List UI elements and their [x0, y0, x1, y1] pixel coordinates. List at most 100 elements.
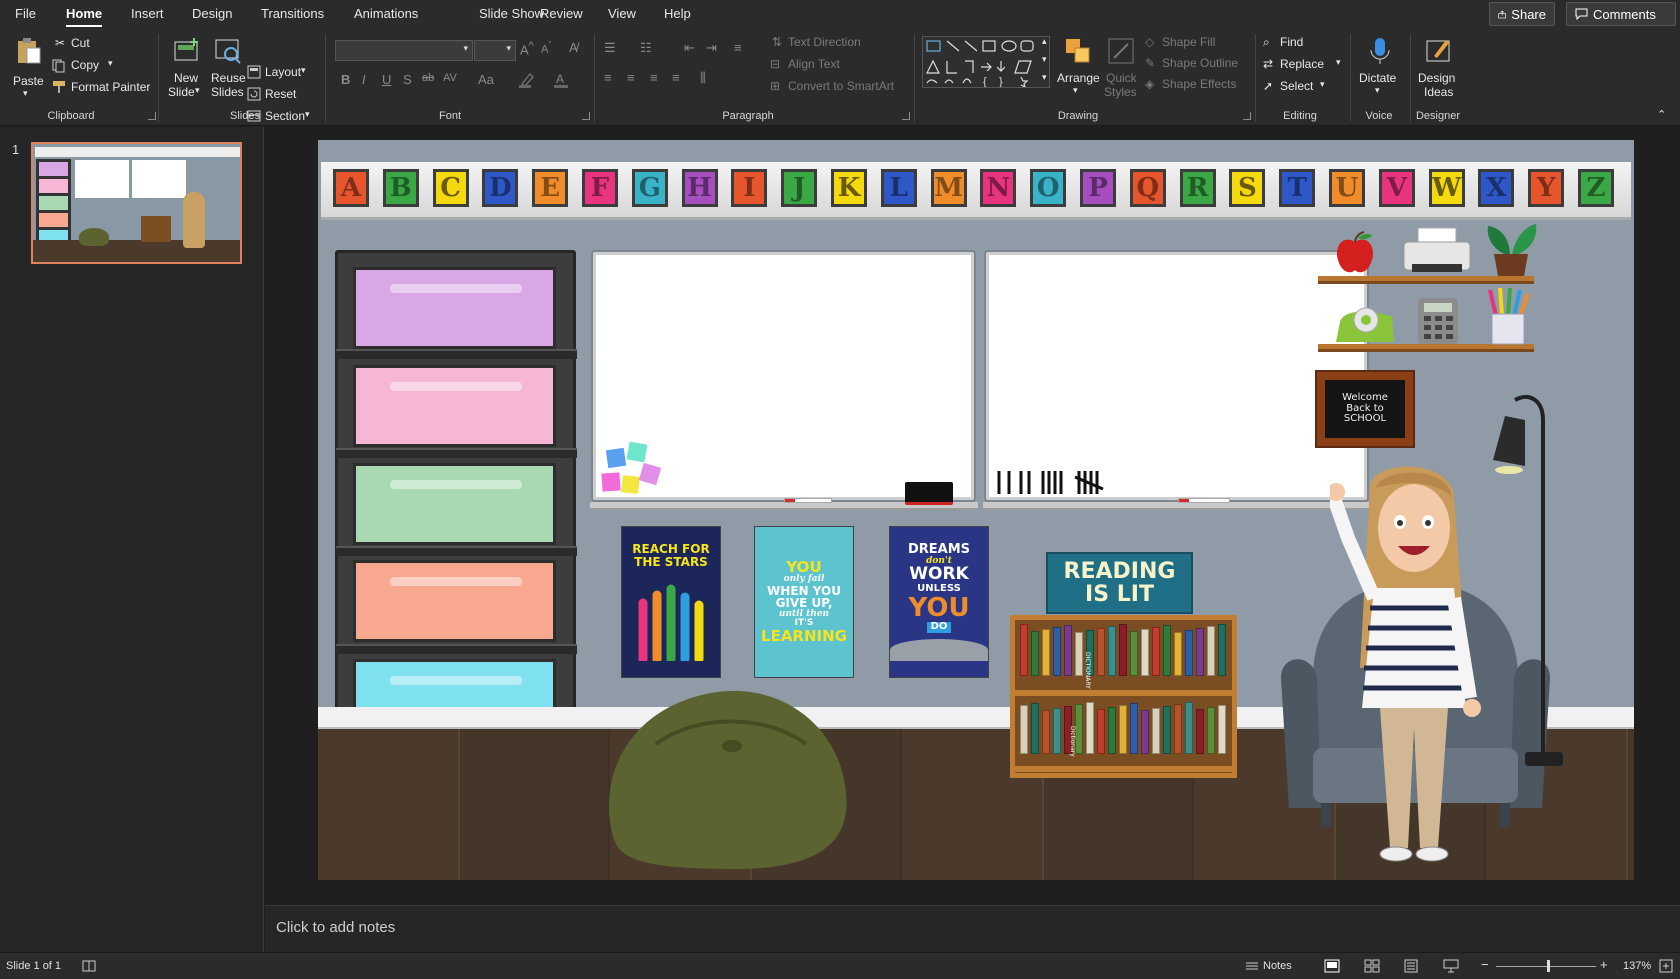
arrange-label: Arrange [1057, 71, 1100, 85]
line-spacing-icon[interactable]: ≡ [734, 40, 742, 55]
slide-sorter-icon[interactable] [1364, 959, 1380, 973]
menu-help[interactable]: Help [664, 6, 691, 21]
book-spine [1130, 703, 1138, 754]
calculator-icon [1416, 296, 1460, 346]
design-ideas-button[interactable]: Design Ideas [1416, 34, 1460, 104]
copy-dropdown-chevron-icon[interactable]: ▾ [108, 58, 113, 69]
shapes-gallery[interactable]: {} [922, 36, 1050, 88]
comments-button[interactable]: Comments [1566, 2, 1676, 26]
align-center-icon[interactable]: ≡ [627, 70, 635, 85]
text-direction-button[interactable]: Text Direction [788, 35, 861, 49]
format-painter-button[interactable]: Format Painter [71, 80, 150, 94]
shape-outline-button[interactable]: Shape Outline [1162, 56, 1238, 70]
zoom-slider-thumb[interactable] [1547, 960, 1550, 972]
sticky-note-yellow [621, 475, 640, 494]
fit-to-window-icon[interactable] [1659, 959, 1673, 973]
zoom-in-button[interactable]: + [1600, 957, 1608, 972]
decrease-indent-icon[interactable]: ⇤ [684, 40, 695, 56]
numbering-icon[interactable]: ☷ [640, 40, 652, 56]
ribbon-divider [1350, 34, 1351, 122]
new-slide-button[interactable]: New Slide ▾ [166, 34, 208, 104]
increase-indent-icon[interactable]: ⇥ [706, 40, 717, 56]
letter-block-y: Y [1528, 169, 1564, 207]
reading-view-icon[interactable] [1403, 959, 1419, 973]
increase-font-size-icon[interactable]: A^ [520, 40, 534, 57]
poster-reach-for-the-stars: REACH FOR THE STARS [621, 526, 721, 678]
justify-icon[interactable]: ≡ [672, 70, 680, 85]
zoom-slider-track[interactable] [1496, 966, 1596, 967]
change-case-button[interactable]: Aa [478, 72, 494, 87]
clipboard-launcher-icon[interactable] [148, 112, 156, 120]
zoom-out-button[interactable]: − [1481, 957, 1489, 972]
cut-button[interactable]: Cut [71, 36, 90, 50]
copy-button[interactable]: Copy [71, 58, 99, 72]
slides-group-label: Slides [220, 110, 270, 122]
share-button[interactable]: Share [1489, 2, 1555, 26]
decrease-font-size-icon[interactable]: Aˇ [541, 40, 551, 56]
slide-canvas[interactable]: ABCDEFGHIJKLMNOPQRSTUVWXYZ REACH FOR [318, 140, 1634, 880]
shapes-more-icon[interactable]: ▾ [1042, 72, 1047, 83]
menu-review[interactable]: Review [540, 6, 583, 21]
layout-button[interactable]: Layout [265, 65, 301, 79]
ribbon-divider [1255, 34, 1256, 122]
collapse-ribbon-chevron-icon[interactable]: ⌃ [1657, 108, 1666, 121]
floor-lamp-icon [1481, 390, 1571, 770]
shape-effects-button[interactable]: Shape Effects [1162, 77, 1237, 91]
poster2-line7: LEARNING [761, 629, 847, 645]
whiteboard-left [593, 252, 974, 500]
drawing-launcher-icon[interactable] [1243, 112, 1251, 120]
quick-styles-button[interactable]: Quick Styles [1100, 34, 1140, 104]
section-chevron-icon: ▾ [305, 109, 310, 120]
character-spacing-button[interactable]: AV [443, 72, 457, 84]
reset-button[interactable]: Reset [265, 87, 296, 101]
notes-toggle-button[interactable]: Notes [1263, 960, 1292, 972]
reading-sign-line1: READING [1064, 560, 1176, 583]
align-right-icon[interactable]: ≡ [650, 70, 658, 85]
printer-icon [1400, 226, 1474, 278]
letter-label: E [540, 173, 560, 203]
select-button[interactable]: Select [1280, 79, 1313, 93]
paragraph-group-label: Paragraph [718, 110, 778, 122]
replace-button[interactable]: Replace [1280, 57, 1324, 71]
font-size-select[interactable]: ▾ [474, 40, 516, 61]
notes-pane[interactable]: Click to add notes [265, 905, 1680, 952]
clear-formatting-icon[interactable]: A̸ [569, 40, 578, 55]
find-button[interactable]: Find [1280, 35, 1303, 49]
bold-button[interactable]: B [341, 72, 350, 87]
shape-fill-button[interactable]: Shape Fill [1162, 35, 1215, 49]
normal-view-icon[interactable] [1324, 959, 1340, 973]
paragraph-launcher-icon[interactable] [902, 112, 910, 120]
font-color-icon[interactable]: A [553, 72, 571, 88]
menu-animations[interactable]: Animations [354, 6, 418, 21]
text-shadow-button[interactable]: S [403, 72, 412, 87]
menu-home[interactable]: Home [66, 6, 102, 21]
slide-thumbnail[interactable] [31, 142, 242, 264]
zoom-level[interactable]: 137% [1623, 960, 1651, 972]
align-left-icon[interactable]: ≡ [604, 70, 612, 85]
slideshow-icon[interactable] [1443, 959, 1459, 973]
menu-transitions[interactable]: Transitions [261, 6, 324, 21]
menu-insert[interactable]: Insert [131, 6, 164, 21]
highlight-icon[interactable] [518, 72, 536, 88]
font-family-select[interactable]: ▾ [335, 40, 473, 61]
tape-dispenser-icon [1332, 302, 1398, 346]
bullets-icon[interactable]: ☰ [604, 40, 616, 56]
menu-slide-show[interactable]: Slide Show [479, 6, 544, 21]
font-launcher-icon[interactable] [582, 112, 590, 120]
letter-block-l: L [881, 169, 917, 207]
underline-button[interactable]: U [382, 72, 391, 87]
menu-view[interactable]: View [608, 6, 636, 21]
dictate-button[interactable]: Dictate ▾ [1357, 34, 1401, 104]
menu-file[interactable]: File [15, 6, 36, 21]
strikethrough-button[interactable]: ab [422, 72, 434, 84]
align-text-button[interactable]: Align Text [788, 57, 840, 71]
arrange-button[interactable]: Arrange ▾ [1055, 34, 1099, 104]
paste-button[interactable]: Paste ▾ [10, 34, 46, 104]
section-button[interactable]: Section [265, 109, 305, 123]
menu-design[interactable]: Design [192, 6, 232, 21]
columns-icon[interactable]: ⫼ [700, 70, 706, 86]
accessibility-icon[interactable] [82, 959, 96, 973]
italic-button[interactable]: I [362, 72, 366, 87]
convert-smartart-button[interactable]: Convert to SmartArt [788, 79, 894, 93]
reuse-slides-button[interactable]: Reuse Slides [207, 34, 249, 104]
